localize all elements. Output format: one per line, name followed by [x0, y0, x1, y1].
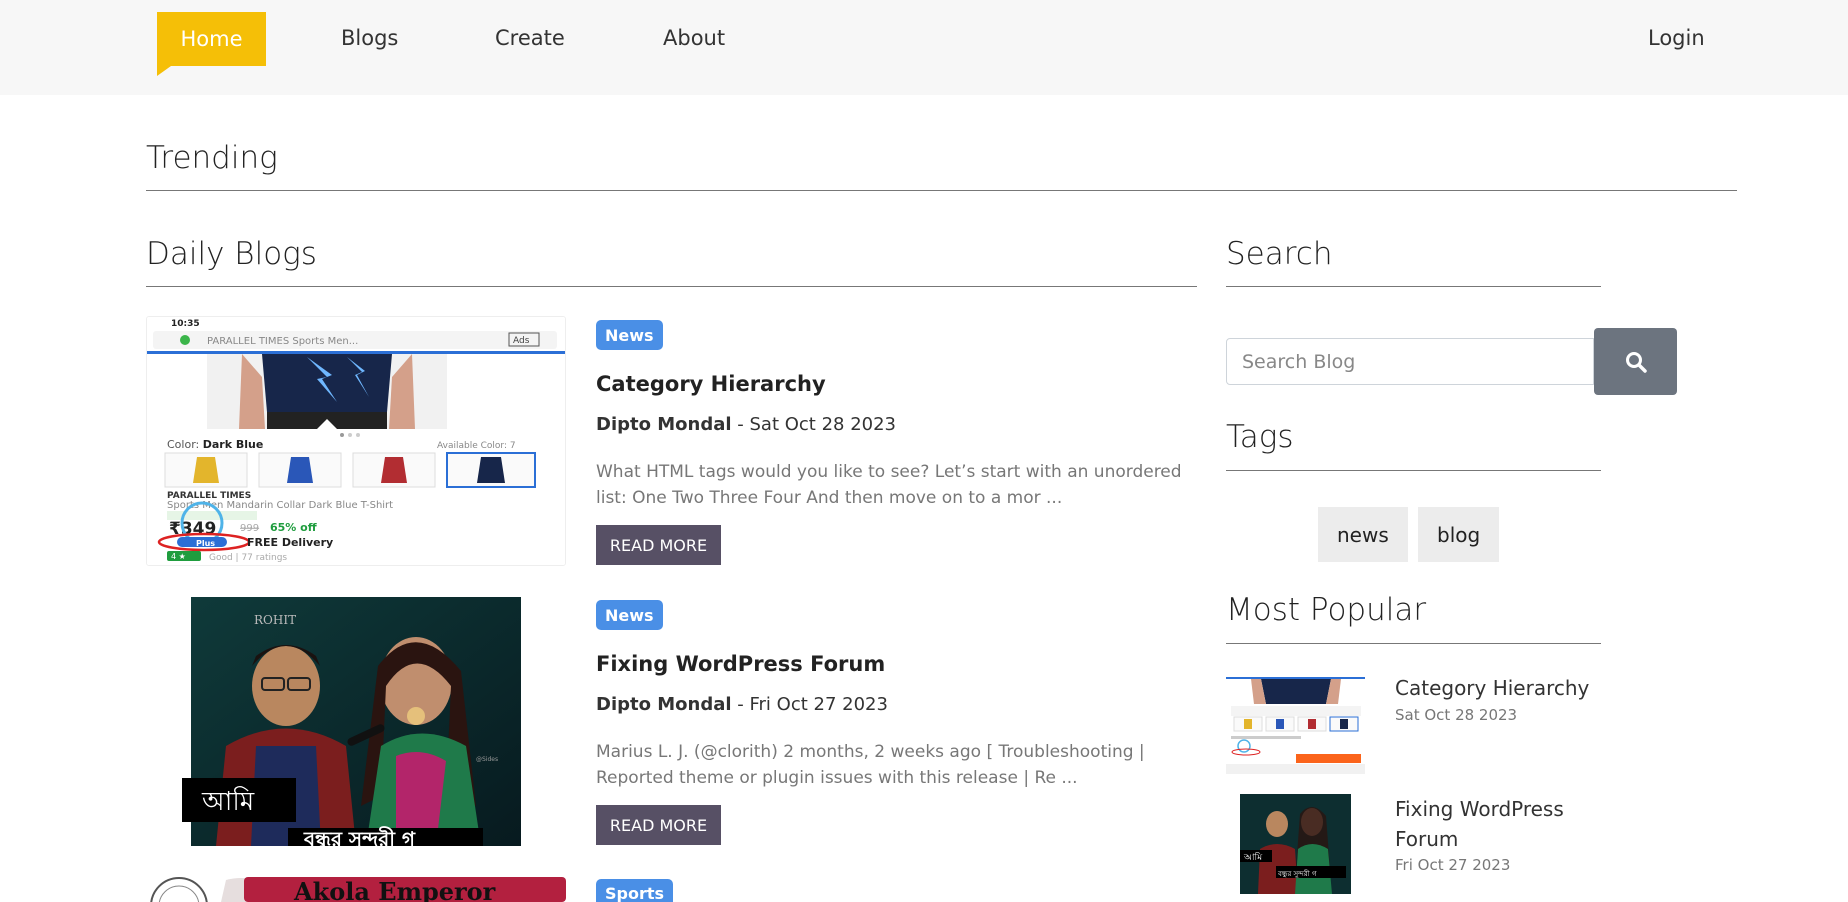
popular-item-title[interactable]: Fixing WordPress Forum	[1395, 794, 1615, 854]
url-bar-text: PARALLEL TIMES Sports Men...	[207, 336, 358, 347]
product-screenshot-image	[1226, 674, 1365, 774]
nav-login-link[interactable]: Login	[1648, 26, 1705, 50]
caption-1: আমি	[1243, 852, 1263, 863]
rating-text: Good | 77 ratings	[209, 553, 287, 563]
caption-2: বন্ধুর সুন্দরী গ	[303, 826, 416, 846]
search-input[interactable]	[1226, 338, 1594, 385]
post-excerpt: What HTML tags would you like to see? Le…	[596, 462, 1182, 508]
banner-text: Akola Emperor	[293, 877, 496, 902]
popular-thumbnail[interactable]	[1226, 674, 1365, 774]
post-date: Fri Oct 27 2023	[749, 694, 888, 715]
popular-item-title[interactable]: Category Hierarchy	[1395, 673, 1615, 703]
search-heading: Search	[1226, 236, 1333, 272]
post-thumbnail[interactable]: Akola Emperor	[146, 876, 566, 902]
popular-thumbnail[interactable]: আমি বন্ধুর সুন্দরী গ	[1240, 794, 1351, 894]
svg-text:@Sides: @Sides	[476, 756, 498, 763]
post-meta: Dipto Mondal - Fri Oct 27 2023	[596, 694, 888, 715]
tag-blog[interactable]: blog	[1418, 507, 1500, 562]
most-popular-divider	[1226, 643, 1601, 644]
ads-label: Ads	[513, 336, 530, 346]
category-badge[interactable]: Sports	[596, 879, 674, 902]
rating-badge: 4 ★	[171, 552, 186, 561]
delivery-label: FREE Delivery	[247, 536, 333, 549]
old-price: 999	[240, 523, 259, 534]
available-colors: Available Color: 7	[437, 441, 516, 451]
color-label: Color: Dark Blue	[167, 438, 263, 451]
search-icon	[1625, 351, 1647, 373]
status-time: 10:35	[171, 319, 200, 329]
post-author: Dipto Mondal	[596, 414, 732, 435]
trending-divider	[146, 190, 1737, 191]
post-title[interactable]: Fixing WordPress Forum	[596, 652, 885, 676]
post-thumbnail[interactable]: 10:35 PARALLEL TIMES Sports Men... Ads C…	[146, 316, 566, 566]
read-more-button[interactable]: READ MORE	[596, 525, 721, 565]
nav-about-link[interactable]: About	[663, 26, 725, 50]
caption-1: আমি	[201, 786, 255, 817]
watermark-text: ROHIT	[254, 613, 296, 627]
category-badge[interactable]: News	[596, 600, 663, 630]
popular-item-date: Sat Oct 28 2023	[1395, 706, 1518, 724]
read-more-button[interactable]: READ MORE	[596, 805, 721, 845]
most-popular-heading: Most Popular	[1226, 592, 1427, 628]
nav-create-link[interactable]: Create	[495, 26, 565, 50]
concert-photo-image: আমি বন্ধুর সুন্দরী গ	[1240, 794, 1351, 894]
banner-image: Akola Emperor	[150, 877, 566, 902]
post-date: Sat Oct 28 2023	[749, 414, 896, 435]
daily-blogs-divider	[146, 286, 1197, 287]
search-divider	[1226, 286, 1601, 287]
tags-heading: Tags	[1226, 419, 1294, 455]
daily-blogs-heading: Daily Blogs	[146, 236, 317, 272]
trending-heading: Trending	[146, 140, 278, 176]
caption-2: বন্ধুর সুন্দরী গ	[1277, 869, 1317, 878]
post-thumbnail[interactable]: ROHIT @Sides আমি বন্ধুর সুন্দরী গ	[146, 596, 566, 846]
plus-badge: Plus	[196, 539, 215, 548]
post-excerpt: Marius L. J. (@clorith) 2 months, 2 week…	[596, 742, 1145, 788]
search-button[interactable]	[1594, 328, 1677, 395]
product-screenshot-image: 10:35 PARALLEL TIMES Sports Men... Ads C…	[147, 317, 565, 565]
concert-photo-image: ROHIT @Sides আমি বন্ধুর সুন্দরী গ	[182, 597, 521, 846]
post-meta: Dipto Mondal - Sat Oct 28 2023	[596, 414, 896, 435]
navbar: Home Blogs Create About Login	[0, 0, 1848, 95]
tag-news[interactable]: news	[1318, 507, 1408, 562]
category-badge[interactable]: News	[596, 320, 663, 350]
post-author: Dipto Mondal	[596, 694, 732, 715]
popular-item-date: Fri Oct 27 2023	[1395, 856, 1511, 874]
tags-divider	[1226, 470, 1601, 471]
nav-blogs-link[interactable]: Blogs	[341, 26, 398, 50]
post-title[interactable]: Category Hierarchy	[596, 372, 826, 396]
nav-home-link[interactable]: Home	[157, 12, 266, 76]
discount-label: 65% off	[270, 521, 317, 534]
